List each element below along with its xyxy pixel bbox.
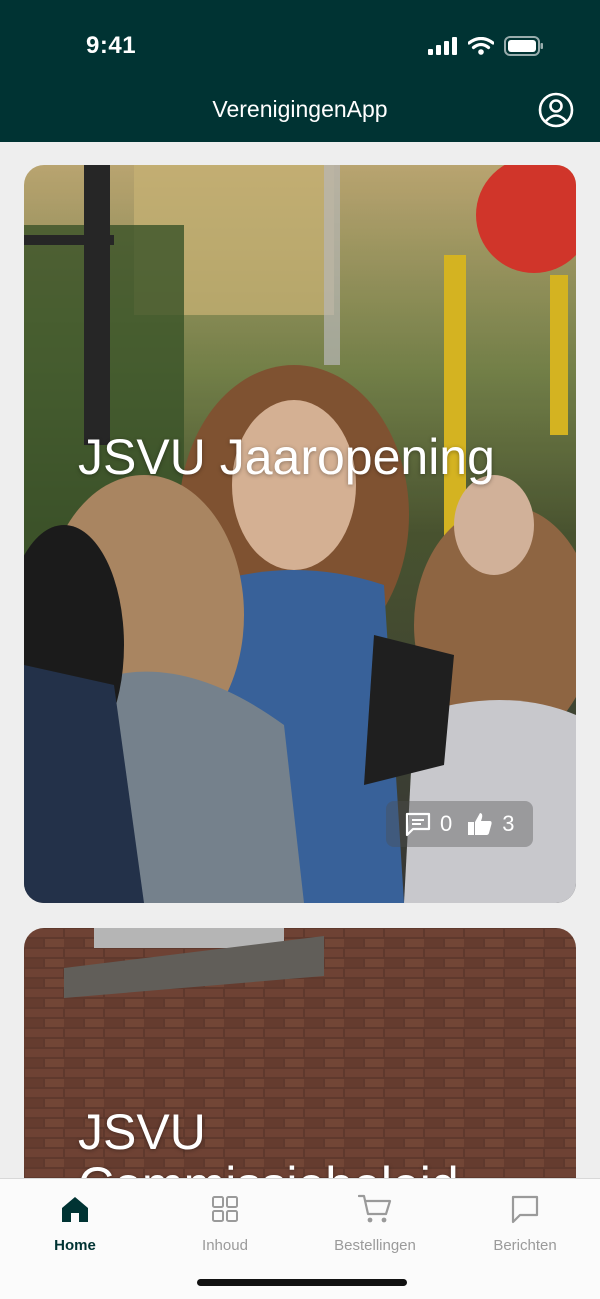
tab-berichten[interactable]: Berichten bbox=[450, 1193, 600, 1254]
comment-icon[interactable] bbox=[404, 811, 432, 837]
tab-label: Bestellingen bbox=[334, 1237, 416, 1254]
event-photo bbox=[24, 165, 576, 903]
tab-bestellingen[interactable]: Bestellingen bbox=[300, 1193, 450, 1254]
like-count: 3 bbox=[502, 811, 515, 836]
feed-card[interactable]: JSVU Jaaropening 0 3 bbox=[24, 165, 576, 903]
tab-home[interactable]: Home bbox=[0, 1193, 150, 1254]
message-icon bbox=[511, 1195, 539, 1224]
home-indicator bbox=[197, 1279, 407, 1286]
signal-icon bbox=[428, 37, 457, 55]
tab-label: Home bbox=[54, 1237, 96, 1254]
card-stats: 0 3 bbox=[386, 801, 533, 847]
comment-count: 0 bbox=[440, 811, 453, 836]
status-time: 9:41 bbox=[86, 32, 137, 59]
battery-icon bbox=[504, 36, 543, 56]
wifi-icon bbox=[468, 37, 494, 55]
grid-icon bbox=[212, 1196, 238, 1222]
app-title: VerenigingenApp bbox=[212, 96, 388, 122]
status-icons bbox=[428, 36, 544, 56]
tab-label: Berichten bbox=[493, 1237, 557, 1254]
tab-label: Inhoud bbox=[202, 1237, 248, 1254]
card-title: JSVU Commissiebeleid bbox=[78, 1104, 459, 1179]
tab-inhoud[interactable]: Inhoud bbox=[150, 1193, 300, 1254]
account-circle-icon[interactable] bbox=[538, 92, 574, 128]
feed: JSVU Jaaropening 0 3 JSVU bbox=[0, 142, 600, 1178]
cart-icon bbox=[358, 1194, 392, 1223]
home-icon bbox=[62, 1197, 88, 1222]
app-header: 9:41 VerenigingenApp bbox=[0, 0, 600, 142]
feed-card[interactable]: JSVU Commissiebeleid bbox=[24, 928, 576, 1178]
card-title: JSVU Jaaropening bbox=[78, 429, 495, 485]
thumbs-up-icon[interactable] bbox=[466, 811, 494, 837]
